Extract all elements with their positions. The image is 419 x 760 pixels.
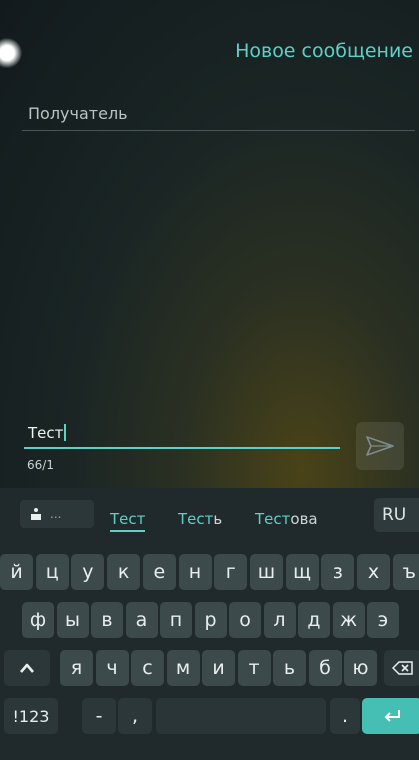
letter-key[interactable]: й <box>0 554 33 590</box>
letter-key[interactable]: х <box>357 554 390 590</box>
letter-key[interactable]: ы <box>56 602 89 638</box>
letter-key[interactable]: е <box>142 554 176 590</box>
letter-key[interactable]: г <box>214 554 248 590</box>
text-cursor <box>64 424 66 441</box>
suggestion-item[interactable]: Тестова <box>255 510 318 528</box>
recipient-field[interactable]: Получатель <box>22 98 415 131</box>
letter-key[interactable]: л <box>263 602 296 638</box>
letter-key[interactable]: о <box>229 602 261 638</box>
letter-key[interactable]: ш <box>249 554 283 590</box>
letter-key[interactable]: у <box>71 554 105 590</box>
letter-key[interactable]: ю <box>344 650 377 686</box>
caret-up-icon <box>20 663 34 673</box>
options-dots: ... <box>50 507 62 521</box>
letter-key[interactable]: э <box>367 602 399 638</box>
letter-key[interactable]: р <box>194 602 227 638</box>
letter-key[interactable]: к <box>107 554 141 590</box>
letter-key[interactable]: ъ <box>392 554 419 590</box>
letter-key[interactable]: в <box>91 602 123 638</box>
backspace-key[interactable] <box>384 650 419 686</box>
send-icon <box>366 436 394 456</box>
letter-key[interactable]: я <box>60 650 93 686</box>
letter-key[interactable]: а <box>125 602 158 638</box>
letter-key[interactable]: з <box>321 554 355 590</box>
message-input[interactable]: Тест <box>28 424 66 442</box>
send-button[interactable] <box>356 422 404 470</box>
key-row-4: !123 - , . <box>0 698 419 734</box>
message-underline <box>24 447 340 449</box>
numbers-key[interactable]: !123 <box>4 698 58 734</box>
comma-key[interactable]: , <box>118 698 152 734</box>
dash-key[interactable]: - <box>82 698 116 734</box>
light-flare <box>0 38 22 68</box>
letter-key[interactable]: ь <box>273 650 306 686</box>
backspace-icon <box>392 661 413 675</box>
keyboard-options-button[interactable]: ... <box>20 500 94 528</box>
suggestion-item[interactable]: Тесть <box>178 510 222 528</box>
suggestion-bar: ... Тест Тесть Тестова RU <box>0 488 419 536</box>
letter-key[interactable]: с <box>131 650 164 686</box>
letter-key[interactable]: ц <box>35 554 69 590</box>
letter-key[interactable]: м <box>166 650 200 686</box>
enter-key[interactable] <box>362 698 419 734</box>
letter-key[interactable]: п <box>160 602 192 638</box>
letter-key[interactable]: ж <box>332 602 365 638</box>
key-row-2: фывапролджэ <box>0 602 419 638</box>
shift-key[interactable] <box>4 650 50 686</box>
space-key[interactable] <box>156 698 326 734</box>
character-counter: 66/1 <box>27 458 54 472</box>
page-title: Новое сообщение <box>235 40 413 62</box>
suggestion-item[interactable]: Тест <box>110 510 146 532</box>
key-row-3: ячсмитьбю <box>0 650 419 686</box>
message-text: Тест <box>28 424 64 442</box>
letter-key[interactable]: ч <box>95 650 129 686</box>
enter-arrow-icon <box>384 710 400 722</box>
letter-key[interactable]: и <box>202 650 235 686</box>
period-key[interactable]: . <box>330 698 360 734</box>
letter-key[interactable]: н <box>178 554 212 590</box>
dot-bar-icon <box>31 508 41 520</box>
key-row-1: йцукенгшщзхъ <box>0 554 419 590</box>
letter-key[interactable]: т <box>237 650 271 686</box>
letter-key[interactable]: д <box>298 602 330 638</box>
letter-key[interactable]: щ <box>285 554 319 590</box>
letter-key[interactable]: ф <box>22 602 54 638</box>
language-switch[interactable]: RU <box>374 498 419 532</box>
keyboard: ... Тест Тесть Тестова RU йцукенгшщзхъ ф… <box>0 488 419 760</box>
letter-key[interactable]: б <box>308 650 342 686</box>
recipient-placeholder: Получатель <box>28 104 128 123</box>
